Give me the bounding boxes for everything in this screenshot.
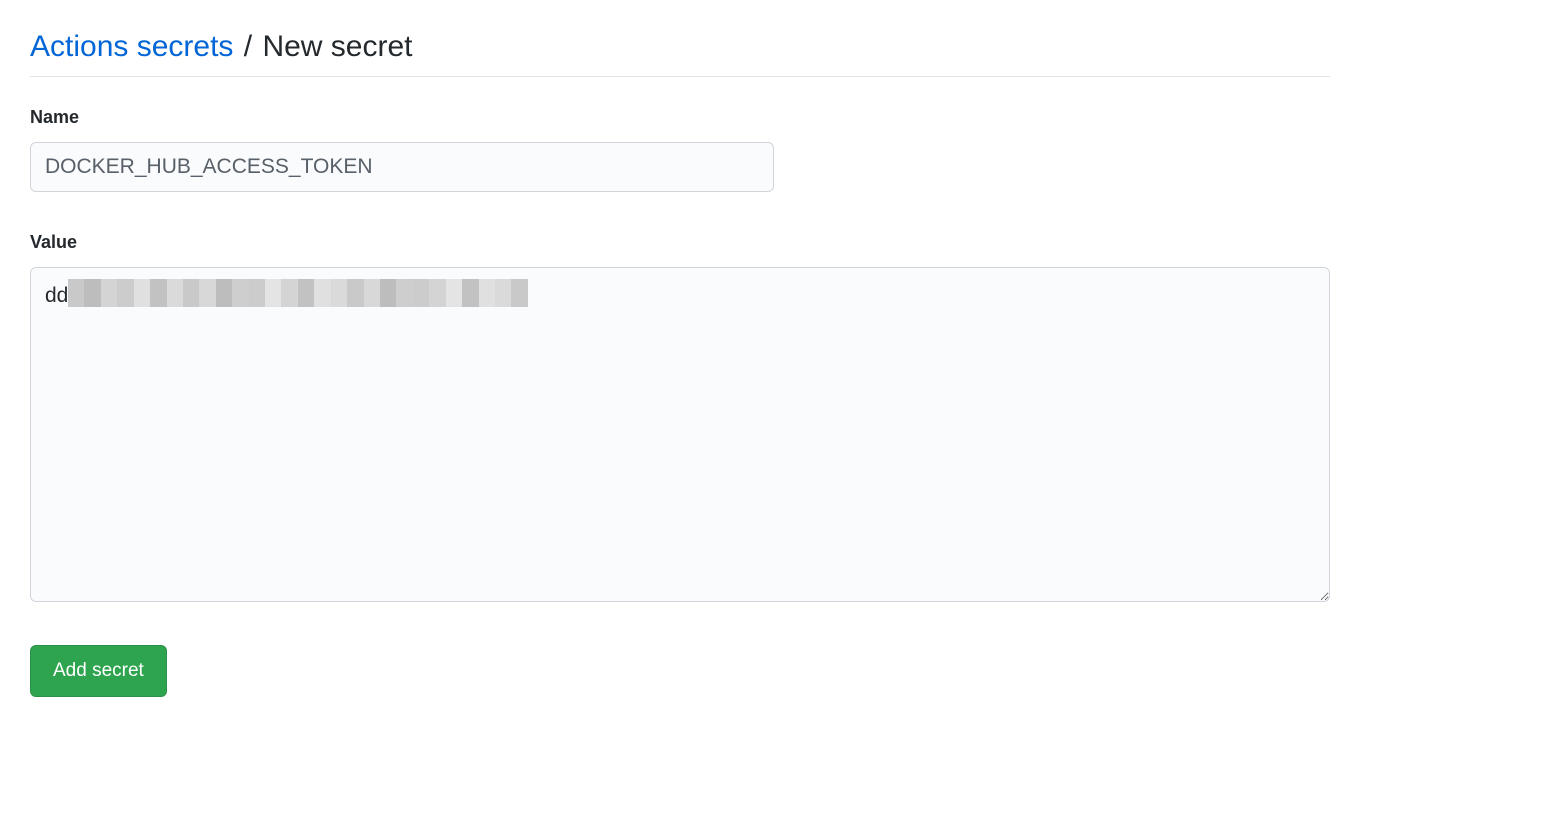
breadcrumb-separator: /: [244, 30, 252, 63]
secret-name-input[interactable]: [30, 142, 774, 192]
breadcrumb: Actions secrets / New secret: [30, 30, 1330, 77]
name-label: Name: [30, 107, 1330, 128]
secret-value-textarea[interactable]: dd: [30, 267, 1330, 602]
breadcrumb-parent-link[interactable]: Actions secrets: [30, 30, 233, 63]
value-label: Value: [30, 232, 1330, 253]
breadcrumb-current: New secret: [262, 30, 412, 63]
add-secret-button[interactable]: Add secret: [30, 645, 167, 697]
